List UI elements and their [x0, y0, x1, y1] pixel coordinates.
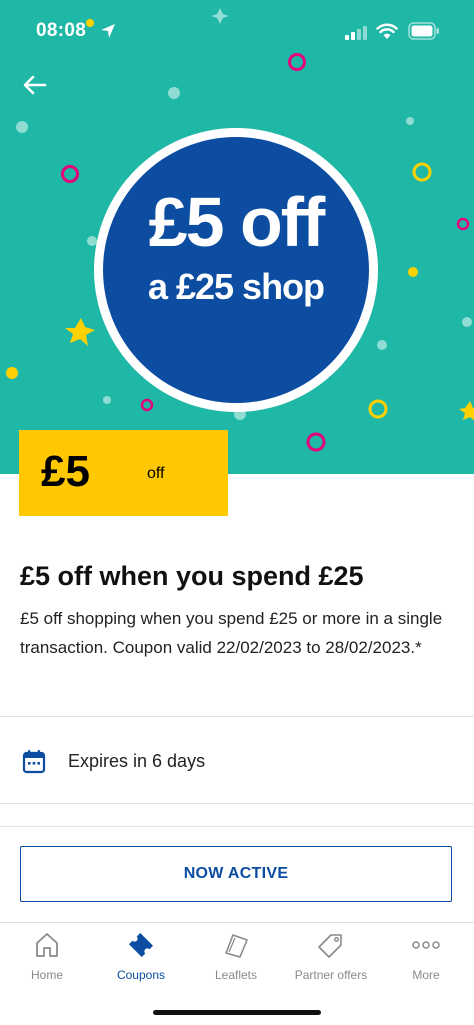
- divider: [0, 716, 474, 717]
- tab-leaflets-label: Leaflets: [214, 968, 258, 982]
- offer-title: £5 off when you spend £25: [20, 561, 364, 591]
- divider: [0, 803, 474, 804]
- offer-description: £5 off shopping when you spend £25 or mo…: [20, 609, 443, 657]
- home-icon: [36, 933, 58, 957]
- tab-more-label: More: [412, 968, 440, 982]
- status-time: 08:08: [36, 20, 87, 41]
- tab-coupons-label: Coupons: [116, 968, 166, 982]
- leaflet-icon: [225, 934, 248, 958]
- tab-home[interactable]: Home: [0, 931, 94, 982]
- discount-badge: £5 off: [19, 430, 228, 516]
- offer-headline: £5 off: [148, 183, 326, 261]
- cellular-signal-icon: [345, 26, 367, 40]
- calendar-icon: [22, 750, 46, 774]
- location-arrow-icon: [101, 24, 115, 38]
- tab-coupons[interactable]: Coupons: [94, 931, 188, 982]
- coupon-ticket-icon: [128, 932, 154, 958]
- status-bar: 08:08: [0, 0, 474, 62]
- tab-home-label: Home: [30, 968, 63, 982]
- tab-more[interactable]: More: [379, 931, 473, 982]
- divider: [0, 826, 474, 827]
- more-dots-icon: [412, 941, 440, 949]
- back-arrow-icon[interactable]: [20, 70, 50, 100]
- badge-amount: £5: [41, 447, 90, 496]
- badge-suffix: off: [147, 465, 165, 482]
- now-active-button[interactable]: NOW ACTIVE: [20, 846, 452, 902]
- offer-circle-graphic: £5 off a £25 shop: [103, 137, 369, 403]
- battery-icon: [408, 22, 439, 40]
- tag-icon: [318, 934, 342, 958]
- tab-partner-offers-label: Partner offers: [294, 968, 368, 982]
- home-indicator[interactable]: [153, 1010, 321, 1015]
- tab-leaflets[interactable]: Leaflets: [189, 931, 283, 982]
- expiry-text: Expires in 6 days: [68, 751, 206, 771]
- wifi-icon: [376, 23, 398, 39]
- offer-subline: a £25 shop: [147, 266, 325, 307]
- tab-partner-offers[interactable]: Partner offers: [284, 931, 378, 982]
- hero-banner: 08:08 £5 off a £25 shop: [0, 0, 474, 474]
